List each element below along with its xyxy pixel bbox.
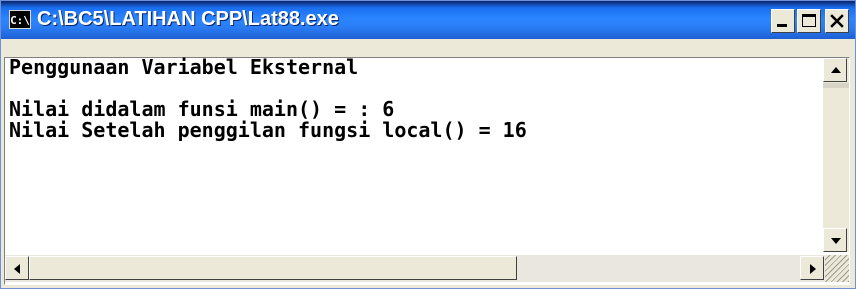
arrow-right-icon xyxy=(810,264,816,274)
scroll-down-button[interactable] xyxy=(823,228,847,252)
resize-grip-icon[interactable] xyxy=(825,255,849,282)
scroll-right-button[interactable] xyxy=(800,256,824,280)
console-line: Penggunaan Variabel Eksternal xyxy=(9,55,359,79)
horizontal-scroll-thumb[interactable] xyxy=(29,256,517,280)
console-window: C:\ C:\BC5\LATIHAN CPP\Lat88.exe Penggun… xyxy=(0,0,856,289)
arrow-up-icon xyxy=(831,67,841,73)
close-icon xyxy=(830,14,844,28)
vertical-scroll-thumb[interactable] xyxy=(823,83,849,88)
minimize-button[interactable] xyxy=(771,9,795,33)
console-app-icon[interactable]: C:\ xyxy=(9,10,31,29)
arrow-down-icon xyxy=(831,238,841,244)
scroll-up-button[interactable] xyxy=(823,58,847,82)
arrow-left-icon xyxy=(14,264,20,274)
vertical-scrollbar[interactable] xyxy=(823,58,849,252)
console-output[interactable]: Penggunaan Variabel Eksternal Nilai dida… xyxy=(9,57,825,252)
scroll-left-button[interactable] xyxy=(5,256,29,280)
horizontal-scrollbar[interactable] xyxy=(5,255,825,282)
title-bar[interactable]: C:\ C:\BC5\LATIHAN CPP\Lat88.exe xyxy=(1,1,855,39)
window-title: C:\BC5\LATIHAN CPP\Lat88.exe xyxy=(37,8,339,30)
console-line: Nilai Setelah penggilan fungsi local() =… xyxy=(9,118,527,142)
console-line: Nilai didalam funsi main() = : 6 xyxy=(9,97,395,121)
maximize-button[interactable] xyxy=(797,9,821,33)
close-button[interactable] xyxy=(825,9,849,33)
